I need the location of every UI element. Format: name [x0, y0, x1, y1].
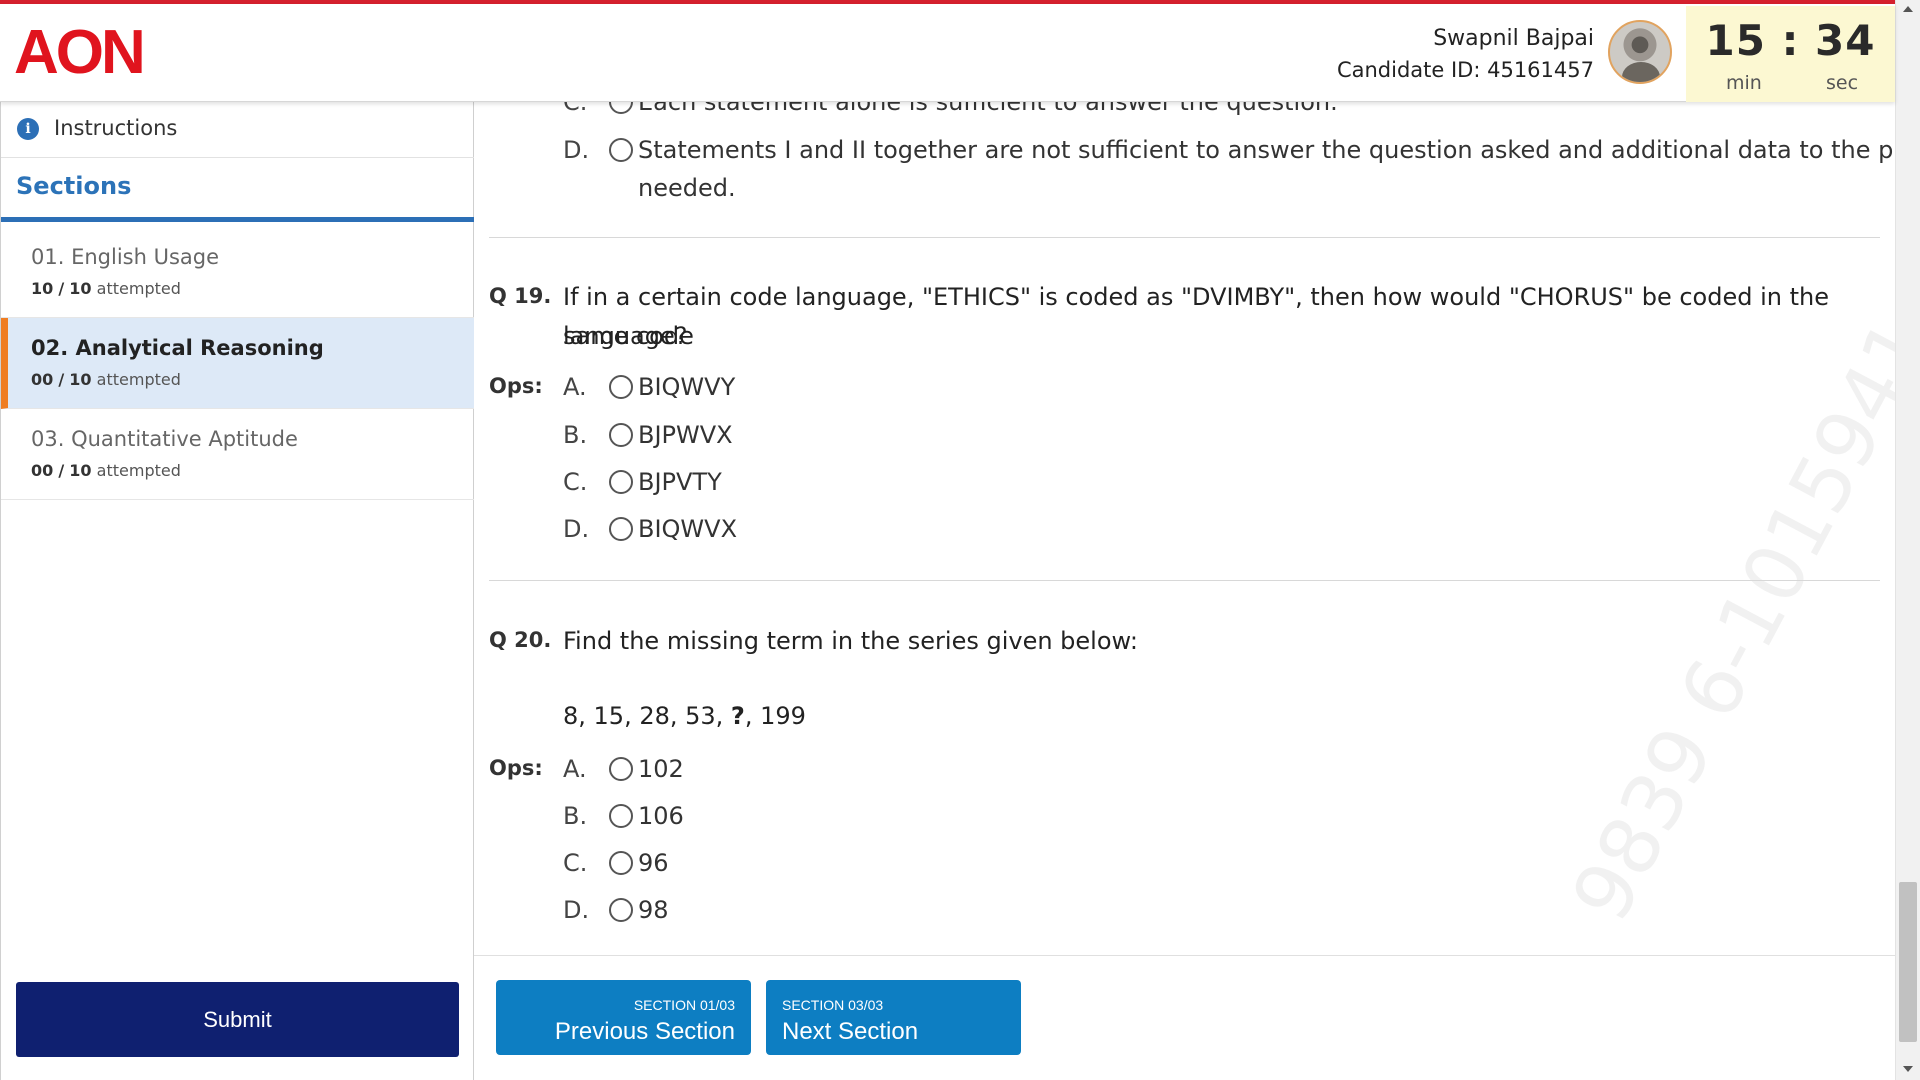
- section-progress: 00 / 10 attempted: [31, 370, 181, 389]
- section-title: 01. English Usage: [31, 245, 220, 269]
- radio-button[interactable]: [609, 423, 633, 447]
- section-title: 02. Analytical Reasoning: [31, 336, 324, 360]
- timer-sec-label: sec: [1826, 72, 1859, 94]
- question-text: Find the missing term in the series give…: [563, 627, 1138, 655]
- question-number: Q 20.: [489, 628, 552, 652]
- instructions-link[interactable]: i Instructions: [1, 102, 474, 158]
- radio-button[interactable]: [609, 138, 633, 162]
- timer-min-label: min: [1726, 72, 1762, 94]
- submit-button[interactable]: Submit: [16, 982, 459, 1057]
- countdown-timer: 15 : 34 min sec: [1686, 6, 1895, 102]
- candidate-name: Swapnil Bajpai: [1433, 26, 1594, 51]
- section-progress: 10 / 10 attempted: [31, 279, 181, 298]
- radio-button[interactable]: [609, 102, 633, 114]
- svg-text:AON: AON: [14, 18, 143, 80]
- scroll-down-arrow-icon[interactable]: [1903, 1066, 1913, 1072]
- sidebar-item-analytical-reasoning[interactable]: 02. Analytical Reasoning 00 / 10 attempt…: [1, 318, 474, 409]
- instructions-label: Instructions: [54, 116, 178, 140]
- question-number: Q 19.: [489, 284, 552, 308]
- avatar: [1608, 20, 1672, 84]
- page-scrollbar[interactable]: [1895, 0, 1920, 1080]
- number-series: 8, 15, 28, 53, ?, 199: [563, 702, 806, 730]
- candidate-id: Candidate ID: 45161457: [1336, 58, 1594, 82]
- question-divider: [489, 580, 1880, 581]
- aon-logo: AON: [14, 18, 146, 80]
- section-navigation: SECTION 01/03 Previous Section SECTION 0…: [474, 955, 1895, 1080]
- radio-button[interactable]: [609, 757, 633, 781]
- sections-heading: Sections: [1, 158, 474, 222]
- sidebar-item-quantitative-aptitude[interactable]: 03. Quantitative Aptitude 00 / 10 attemp…: [1, 409, 474, 500]
- radio-button[interactable]: [609, 851, 633, 875]
- radio-button[interactable]: [609, 804, 633, 828]
- scrollbar-thumb[interactable]: [1899, 882, 1917, 1042]
- scroll-up-arrow-icon[interactable]: [1903, 6, 1913, 12]
- timer-value: 15 : 34: [1705, 16, 1876, 65]
- ops-label: Ops:: [489, 374, 543, 398]
- question-divider: [489, 237, 1880, 238]
- sidebar: i Instructions Sections 01. English Usag…: [0, 102, 474, 1080]
- previous-section-button[interactable]: SECTION 01/03 Previous Section: [496, 980, 751, 1055]
- section-title: 03. Quantitative Aptitude: [31, 427, 298, 451]
- sidebar-item-english-usage[interactable]: 01. English Usage 10 / 10 attempted: [1, 227, 474, 318]
- section-progress: 00 / 10 attempted: [31, 461, 181, 480]
- watermark: 9839 6-1015941: [1554, 304, 1895, 936]
- question-text: If in a certain code language, "ETHICS" …: [563, 283, 1829, 350]
- question-text-line2: language?: [563, 322, 688, 350]
- ops-label: Ops:: [489, 756, 543, 780]
- radio-button[interactable]: [609, 375, 633, 399]
- question-pane[interactable]: 9839 6-1015941 C. Each statement alone i…: [474, 102, 1895, 955]
- radio-button[interactable]: [609, 898, 633, 922]
- radio-button[interactable]: [609, 470, 633, 494]
- sections-heading-text: Sections: [16, 172, 132, 200]
- radio-button[interactable]: [609, 517, 633, 541]
- next-section-button[interactable]: SECTION 03/03 Next Section: [766, 980, 1021, 1055]
- header: AON Swapnil Bajpai Candidate ID: 4516145…: [0, 4, 1895, 102]
- info-icon: i: [17, 118, 39, 140]
